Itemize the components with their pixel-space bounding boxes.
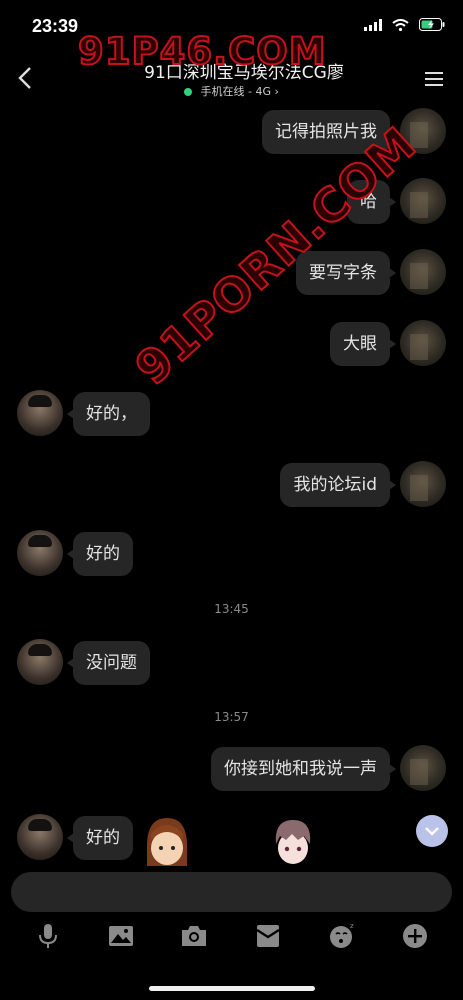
wifi-icon [392,18,409,31]
message-row: 好的 [0,814,463,874]
status-icons [364,18,445,31]
avatar-peer[interactable] [17,390,63,436]
message-bubble[interactable]: 没问题 [67,641,150,685]
message-row: 记得拍照片我 [0,108,463,168]
chat-title[interactable]: 91口深圳宝马埃尔法CG廖 [95,58,393,83]
avatar-peer[interactable] [17,639,63,685]
image-icon[interactable] [107,922,135,950]
message-bubble[interactable]: 你接到她和我说一声 [211,747,396,791]
avatar-self[interactable] [400,249,446,295]
message-bubble[interactable]: 好的 [67,816,133,860]
message-timestamp: 13:57 [214,710,249,724]
avatar-self[interactable] [400,461,446,507]
home-indicator[interactable] [149,986,315,991]
scroll-to-bottom-button[interactable] [416,815,448,847]
chevron-right-icon: › [274,85,279,98]
message-row: 我的论坛id [0,461,463,521]
status-time: 23:39 [32,16,79,36]
message-row: 没问题 [0,639,463,699]
signal-icon [364,18,382,31]
emoji-icon[interactable]: z [328,922,356,950]
message-row: 要写字条 [0,249,463,309]
message-timestamp: 13:45 [214,602,249,616]
message-row: 好的， [0,390,463,450]
sticker-girl-icon[interactable] [142,816,192,866]
chat-header: 91口深圳宝马埃尔法CG廖 手机在线 - 4G › [0,56,463,108]
avatar-self[interactable] [400,108,446,154]
avatar-self[interactable] [400,178,446,224]
message-bubble[interactable]: 好的 [67,532,133,576]
message-bubble[interactable]: 我的论坛id [280,463,396,507]
message-row: 大眼 [0,320,463,380]
message-row: 好的 [0,530,463,590]
chat-toolbar: z [0,918,463,958]
avatar-peer[interactable] [17,530,63,576]
camera-icon[interactable] [180,922,208,950]
message-bubble[interactable]: 要写字条 [296,251,396,295]
message-bubble[interactable]: 大眼 [330,322,396,366]
svg-text:z: z [350,922,354,930]
status-bar: 23:39 [0,0,463,56]
microphone-icon[interactable] [34,922,62,950]
chevron-down-icon [425,827,439,836]
avatar-self[interactable] [400,745,446,791]
message-bubble[interactable]: 好的， [67,392,150,436]
avatar-peer[interactable] [17,814,63,860]
online-status-dot [184,88,193,96]
message-row: 你接到她和我说一声 [0,745,463,805]
online-status-text: 手机在线 - 4G [200,85,272,98]
red-packet-icon[interactable] [254,922,282,950]
plus-icon[interactable] [401,922,429,950]
battery-icon [419,18,445,31]
chat-subtitle: 手机在线 - 4G › [0,83,463,99]
message-row: 哈 [0,178,463,238]
message-bubble[interactable]: 记得拍照片我 [262,110,396,154]
avatar-self[interactable] [400,320,446,366]
message-bubble[interactable]: 哈 [347,180,396,224]
message-input[interactable] [11,872,452,912]
menu-icon[interactable] [423,68,445,90]
sticker-boy-icon[interactable] [268,816,318,866]
message-list[interactable]: 记得拍照片我 哈 要写字条 大眼 好的， 我的论坛id 好的 13:45 没问题… [0,108,463,868]
